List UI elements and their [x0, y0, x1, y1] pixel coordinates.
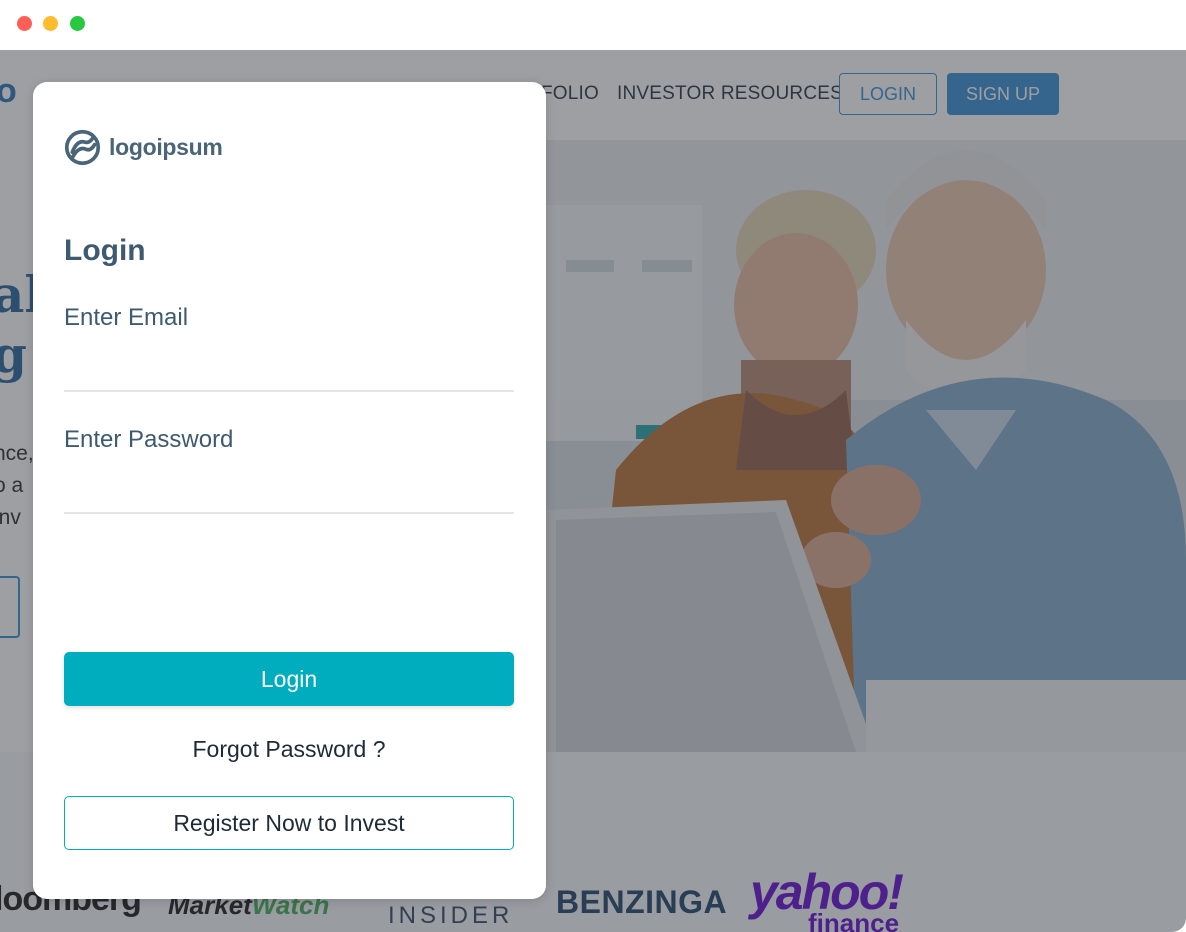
password-label: Enter Password	[64, 426, 234, 453]
logoipsum-icon	[64, 129, 101, 166]
password-field[interactable]	[64, 474, 514, 514]
window-minimize-button[interactable]	[43, 16, 58, 31]
email-label: Enter Email	[64, 304, 189, 331]
register-button[interactable]: Register Now to Invest	[64, 796, 514, 850]
login-title: Login	[64, 234, 146, 267]
login-button[interactable]: Login	[64, 652, 514, 706]
window-title-bar	[0, 0, 1186, 50]
forgot-password-link[interactable]: Forgot Password ?	[64, 736, 514, 763]
window-close-button[interactable]	[17, 16, 32, 31]
login-modal: logoipsum Login Enter Email Enter Passwo…	[33, 82, 546, 899]
email-field[interactable]	[64, 352, 514, 392]
logo-text: logoipsum	[109, 134, 223, 160]
modal-logo: logoipsum	[64, 129, 223, 166]
window-maximize-button[interactable]	[70, 16, 85, 31]
